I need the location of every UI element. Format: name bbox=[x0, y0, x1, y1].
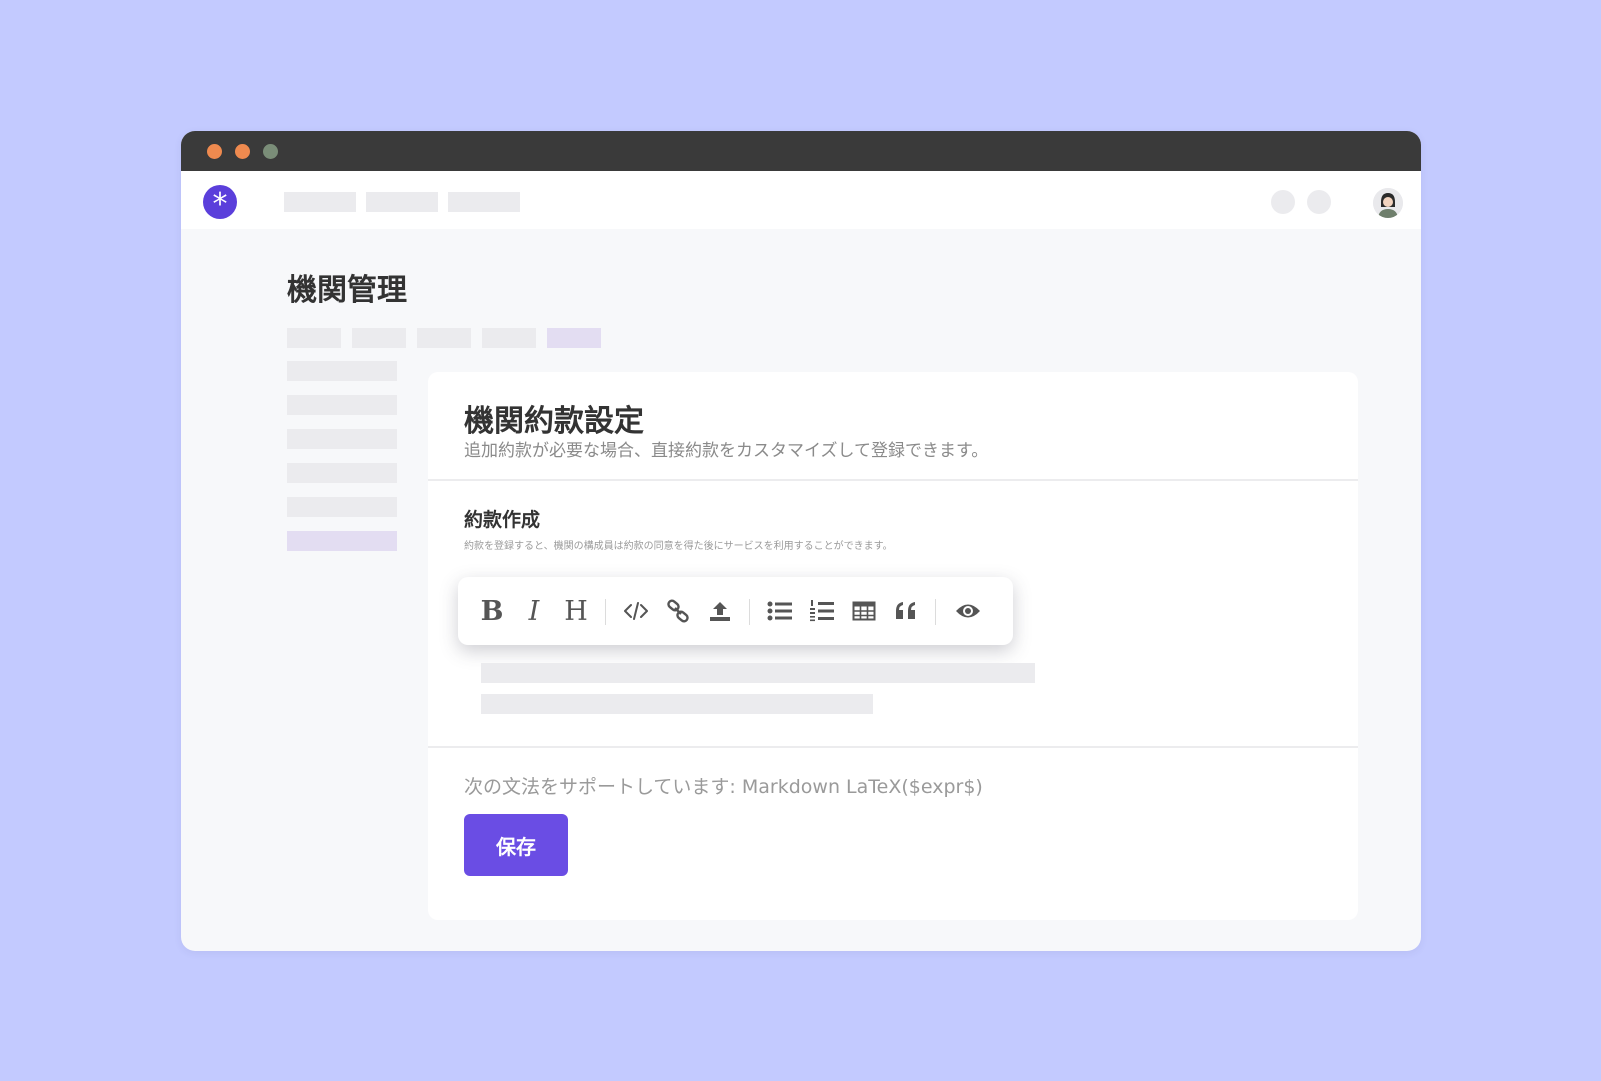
divider bbox=[428, 479, 1358, 481]
nav-item-placeholder[interactable] bbox=[284, 192, 356, 212]
asterisk-logo-icon[interactable]: * bbox=[203, 185, 237, 222]
sidebar-item-placeholder[interactable] bbox=[287, 395, 397, 415]
upload-icon[interactable] bbox=[700, 591, 740, 631]
preview-eye-icon[interactable] bbox=[948, 591, 988, 631]
tab-placeholder[interactable] bbox=[417, 328, 471, 348]
minimize-window-button[interactable] bbox=[235, 144, 250, 159]
save-button[interactable]: 保存 bbox=[464, 814, 568, 876]
user-avatar-icon[interactable] bbox=[1373, 188, 1403, 218]
bulleted-list-icon[interactable] bbox=[760, 591, 800, 631]
editor-content-placeholder[interactable] bbox=[481, 663, 1035, 683]
tab-placeholder[interactable] bbox=[482, 328, 536, 348]
sidebar-item-placeholder[interactable] bbox=[287, 429, 397, 449]
sidebar-item-placeholder[interactable] bbox=[287, 463, 397, 483]
window-titlebar bbox=[181, 131, 1421, 171]
sidebar-item-placeholder-active[interactable] bbox=[287, 531, 397, 551]
nav-item-placeholder[interactable] bbox=[448, 192, 520, 212]
link-icon[interactable] bbox=[658, 591, 698, 631]
card-title: 機関約款設定 bbox=[464, 404, 644, 439]
header-icon-placeholder[interactable] bbox=[1307, 190, 1331, 214]
bold-icon[interactable]: B bbox=[472, 591, 512, 631]
editor-toolbar: B I H bbox=[458, 577, 1013, 645]
header-icon-placeholder[interactable] bbox=[1271, 190, 1295, 214]
maximize-window-button[interactable] bbox=[263, 144, 278, 159]
toolbar-separator bbox=[749, 599, 750, 625]
page-title: 機関管理 bbox=[287, 273, 407, 308]
nav-item-placeholder[interactable] bbox=[366, 192, 438, 212]
app-window: * 機関管理 機関約款設定 追加約款が必要な場合、直接約款をカスタマイズして登録… bbox=[181, 131, 1421, 951]
sidebar-item-placeholder[interactable] bbox=[287, 497, 397, 517]
tab-placeholder[interactable] bbox=[287, 328, 341, 348]
heading-icon[interactable]: H bbox=[556, 591, 596, 631]
close-window-button[interactable] bbox=[207, 144, 222, 159]
tab-placeholder-active[interactable] bbox=[547, 328, 601, 348]
section-hint: 約款を登録すると、機関の構成員は約款の同意を得た後にサービスを利用することができ… bbox=[464, 541, 893, 552]
app-header: * bbox=[181, 171, 1421, 229]
sidebar-item-placeholder[interactable] bbox=[287, 361, 397, 381]
code-icon[interactable] bbox=[616, 591, 656, 631]
card-description: 追加約款が必要な場合、直接約款をカスタマイズして登録できます。 bbox=[464, 441, 989, 461]
terms-settings-card: 機関約款設定 追加約款が必要な場合、直接約款をカスタマイズして登録できます。 約… bbox=[428, 372, 1358, 920]
quote-icon[interactable] bbox=[886, 591, 926, 631]
section-title: 約款作成 bbox=[464, 509, 541, 531]
divider bbox=[428, 746, 1358, 748]
toolbar-separator bbox=[935, 599, 936, 625]
numbered-list-icon[interactable] bbox=[802, 591, 842, 631]
table-icon[interactable] bbox=[844, 591, 884, 631]
toolbar-separator bbox=[605, 599, 606, 625]
editor-content-placeholder[interactable] bbox=[481, 694, 873, 714]
tab-placeholder[interactable] bbox=[352, 328, 406, 348]
italic-icon[interactable]: I bbox=[514, 591, 554, 631]
syntax-support-note: 次の文法をサポートしています: Markdown LaTeX($expr$) bbox=[464, 776, 983, 798]
